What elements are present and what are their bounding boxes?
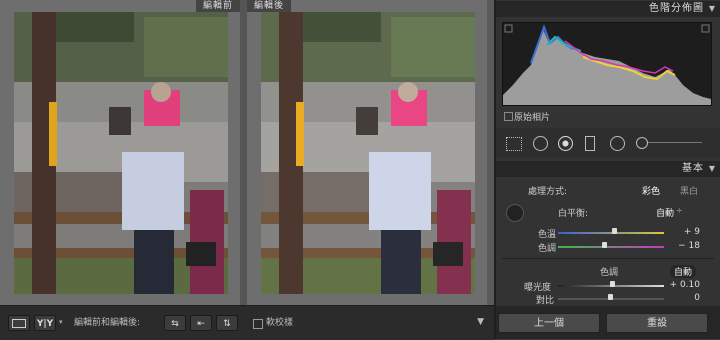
before-after-view-button[interactable]: Y|Y bbox=[34, 315, 56, 331]
after-pane: 編輯後 bbox=[247, 0, 487, 305]
develop-panel: 色階分佈圖 ▼ 原始相片 基本 ▼ 處理方式: 彩色 黑白 白平衡: 自動 ÷ … bbox=[494, 0, 720, 339]
tone-auto-button[interactable]: 自動 bbox=[670, 265, 697, 278]
compare-label: 編輯前和編輯後: bbox=[74, 318, 141, 328]
radial-filter-icon[interactable] bbox=[610, 136, 625, 151]
temp-slider[interactable] bbox=[558, 232, 664, 234]
single-view-icon bbox=[12, 319, 26, 328]
crop-tool-icon[interactable] bbox=[506, 137, 522, 151]
basic-title: 基本 bbox=[682, 163, 704, 174]
white-balance-eyedropper-icon[interactable] bbox=[506, 204, 524, 222]
contrast-knob[interactable] bbox=[608, 294, 613, 300]
copy-before-to-after-button[interactable]: ⇆ bbox=[164, 315, 186, 331]
temp-knob[interactable] bbox=[612, 228, 617, 234]
adjustment-brush-icon[interactable] bbox=[636, 137, 648, 149]
tool-strip bbox=[496, 128, 720, 158]
after-label: 編輯後 bbox=[247, 0, 292, 12]
graduated-filter-icon[interactable] bbox=[585, 136, 595, 151]
basic-header[interactable]: 基本 ▼ bbox=[496, 161, 720, 177]
bw-option[interactable]: 黑白 bbox=[680, 184, 698, 197]
reset-button[interactable]: 重設 bbox=[606, 313, 708, 333]
copy-after-to-before-button[interactable]: ⇤ bbox=[190, 315, 212, 331]
original-photo-checkbox[interactable] bbox=[504, 112, 513, 121]
pane-divider bbox=[240, 0, 247, 305]
left-arrow-icon: ⇤ bbox=[197, 319, 205, 329]
exposure-knob[interactable] bbox=[610, 281, 615, 287]
loupe-view-button[interactable] bbox=[8, 315, 30, 331]
histogram-title: 色階分佈圖 bbox=[649, 3, 704, 14]
brush-slider[interactable] bbox=[648, 142, 702, 143]
swap-settings-button[interactable]: ⇅ bbox=[216, 315, 238, 331]
tint-knob[interactable] bbox=[602, 242, 607, 248]
soft-proof-label: 軟校樣 bbox=[266, 318, 294, 328]
histogram bbox=[502, 22, 712, 106]
wb-label: 白平衡: bbox=[558, 209, 589, 219]
before-label: 編輯前 bbox=[195, 0, 240, 12]
shadow-clip-icon[interactable] bbox=[504, 24, 513, 33]
wb-dropdown-icon[interactable]: ÷ bbox=[676, 206, 683, 215]
treatment-label: 處理方式: bbox=[528, 187, 568, 197]
after-photo[interactable] bbox=[261, 12, 475, 294]
tint-label: 色調 bbox=[538, 244, 557, 254]
before-pane: 編輯前 bbox=[0, 0, 240, 305]
temp-label: 色溫 bbox=[538, 230, 557, 240]
swap-arrow-icon: ⇆ bbox=[171, 319, 179, 329]
tint-slider[interactable] bbox=[558, 246, 664, 248]
histogram-graph bbox=[503, 24, 711, 105]
wb-value[interactable]: 自動 bbox=[656, 206, 674, 219]
temp-value[interactable]: + 9 bbox=[660, 227, 700, 237]
section-divider bbox=[502, 258, 714, 259]
histogram-header[interactable]: 色階分佈圖 ▼ bbox=[496, 1, 720, 17]
contrast-value[interactable]: 0 bbox=[660, 293, 700, 303]
compare-view: 編輯前 編輯後 bbox=[0, 0, 494, 305]
vertical-arrows-icon: ⇅ bbox=[223, 319, 231, 329]
compare-toolbar: Y|Y ▾ 編輯前和編輯後: ⇆ ⇤ ⇅ 軟校樣 ▼ bbox=[0, 305, 494, 340]
soft-proof-checkbox[interactable] bbox=[253, 319, 263, 329]
highlight-clip-icon[interactable] bbox=[701, 24, 710, 33]
collapse-arrow-icon[interactable]: ▼ bbox=[709, 1, 716, 17]
collapse-arrow-icon[interactable]: ▼ bbox=[709, 161, 716, 177]
exposure-label: 曝光度 bbox=[524, 283, 552, 293]
red-eye-icon[interactable] bbox=[558, 136, 573, 151]
toolbar-menu-icon[interactable]: ▼ bbox=[477, 317, 484, 327]
before-photo[interactable] bbox=[14, 12, 228, 294]
contrast-label: 對比 bbox=[536, 296, 555, 306]
color-option[interactable]: 彩色 bbox=[642, 184, 660, 197]
previous-button[interactable]: 上一個 bbox=[498, 313, 600, 333]
view-dropdown-icon[interactable]: ▾ bbox=[59, 318, 63, 326]
spot-removal-icon[interactable] bbox=[533, 136, 548, 151]
original-photo-label: 原始相片 bbox=[514, 113, 551, 123]
tint-value[interactable]: − 18 bbox=[660, 241, 700, 251]
exposure-value[interactable]: + 0.10 bbox=[660, 280, 700, 290]
tone-label: 色調 bbox=[600, 268, 619, 278]
